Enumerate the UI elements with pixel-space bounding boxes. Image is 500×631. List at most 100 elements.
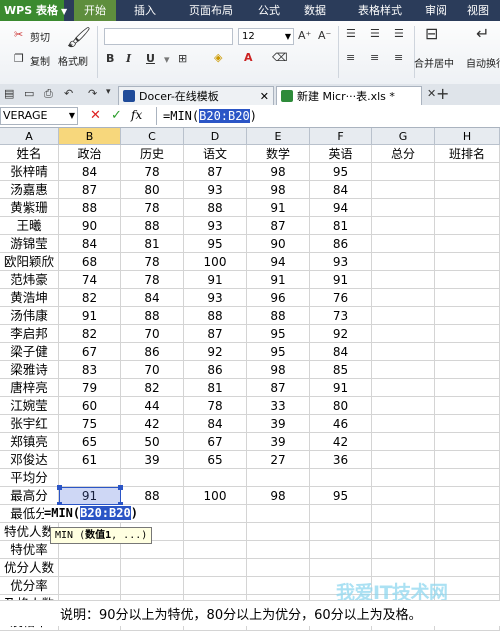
student-cell[interactable]: 80 (121, 181, 184, 199)
font-color-icon[interactable]: A (244, 51, 253, 64)
student-cell[interactable] (435, 199, 500, 217)
student-cell[interactable] (372, 397, 435, 415)
summary-cell[interactable] (59, 577, 121, 595)
header-cell[interactable]: 历史 (121, 145, 184, 163)
student-cell[interactable]: 87 (184, 325, 247, 343)
student-cell[interactable] (372, 199, 435, 217)
merge-center-icon[interactable]: ⊟ (425, 24, 438, 43)
student-cell[interactable]: 93 (184, 217, 247, 235)
student-cell[interactable]: 100 (184, 253, 247, 271)
summary-cell[interactable] (310, 559, 372, 577)
summary-cell[interactable] (59, 559, 121, 577)
student-cell[interactable]: 84 (121, 289, 184, 307)
header-cell[interactable]: 班排名 (435, 145, 500, 163)
summary-cell[interactable] (121, 559, 184, 577)
student-cell[interactable]: 78 (184, 397, 247, 415)
student-cell[interactable]: 84 (310, 181, 372, 199)
auto-wrap-button[interactable]: 自动换行 (466, 55, 500, 70)
student-cell[interactable] (435, 325, 500, 343)
header-cell[interactable]: 总分 (372, 145, 435, 163)
summary-cell[interactable]: 88 (121, 487, 184, 505)
student-cell[interactable]: 汤嘉惠 (0, 181, 59, 199)
student-cell[interactable]: 98 (247, 181, 310, 199)
shrink-font-icon[interactable]: A⁻ (318, 29, 331, 42)
open-folder-icon[interactable]: ▭ (24, 87, 34, 100)
student-cell[interactable]: 87 (184, 163, 247, 181)
student-cell[interactable]: 86 (310, 235, 372, 253)
chevron-down-icon[interactable]: ▾ (106, 87, 111, 97)
student-cell[interactable] (435, 163, 500, 181)
student-cell[interactable]: 93 (184, 289, 247, 307)
scissors-icon[interactable]: ✂ (14, 28, 23, 41)
student-cell[interactable]: 42 (121, 415, 184, 433)
student-cell[interactable]: 80 (310, 397, 372, 415)
column-header-f[interactable]: F (310, 128, 372, 145)
summary-cell[interactable] (184, 577, 247, 595)
summary-cell[interactable] (184, 523, 247, 541)
summary-cell[interactable] (121, 469, 184, 487)
student-cell[interactable]: 85 (310, 361, 372, 379)
menu-home[interactable]: 开始 (74, 0, 116, 21)
student-cell[interactable]: 汤伟康 (0, 307, 59, 325)
summary-cell[interactable] (310, 505, 372, 523)
summary-cell[interactable] (247, 577, 310, 595)
selection-handle[interactable] (57, 485, 62, 490)
student-cell[interactable]: 93 (184, 181, 247, 199)
summary-cell[interactable]: 100 (184, 487, 247, 505)
summary-cell[interactable] (435, 523, 500, 541)
student-cell[interactable]: 91 (247, 271, 310, 289)
header-cell[interactable]: 数学 (247, 145, 310, 163)
student-cell[interactable] (435, 433, 500, 451)
summary-cell[interactable] (435, 469, 500, 487)
copy-icon[interactable]: ❐ (14, 52, 24, 65)
column-header-g[interactable]: G (372, 128, 435, 145)
summary-cell[interactable] (184, 541, 247, 559)
summary-cell[interactable] (121, 577, 184, 595)
summary-cell[interactable]: 95 (310, 487, 372, 505)
student-cell[interactable]: 78 (121, 199, 184, 217)
student-cell[interactable] (372, 235, 435, 253)
align-left-icon[interactable]: ≡ (346, 51, 355, 64)
student-cell[interactable]: 93 (310, 253, 372, 271)
selected-range[interactable] (59, 487, 121, 505)
student-cell[interactable]: 游锦莹 (0, 235, 59, 253)
summary-cell[interactable] (435, 541, 500, 559)
close-icon[interactable]: ✕ (427, 87, 436, 100)
student-cell[interactable] (372, 451, 435, 469)
summary-cell[interactable] (435, 505, 500, 523)
student-cell[interactable] (435, 253, 500, 271)
student-cell[interactable]: 44 (121, 397, 184, 415)
student-cell[interactable]: 90 (247, 235, 310, 253)
summary-cell[interactable] (372, 469, 435, 487)
student-cell[interactable]: 39 (121, 451, 184, 469)
student-cell[interactable]: 39 (247, 415, 310, 433)
student-cell[interactable]: 88 (184, 199, 247, 217)
summary-cell[interactable] (247, 541, 310, 559)
summary-cell[interactable] (310, 523, 372, 541)
header-cell[interactable]: 姓名 (0, 145, 59, 163)
brush-icon[interactable]: 🖌 (66, 25, 91, 49)
student-cell[interactable]: 60 (59, 397, 121, 415)
student-cell[interactable] (372, 307, 435, 325)
student-cell[interactable]: 张宇红 (0, 415, 59, 433)
student-cell[interactable] (372, 361, 435, 379)
font-size-select[interactable]: 12 ▼ (238, 28, 294, 45)
borders-icon[interactable]: ⊞ (178, 52, 187, 65)
student-cell[interactable]: 唐梓亮 (0, 379, 59, 397)
student-cell[interactable]: 67 (59, 343, 121, 361)
student-cell[interactable] (435, 397, 500, 415)
selection-handle[interactable] (118, 485, 123, 490)
student-cell[interactable]: 黄紫珊 (0, 199, 59, 217)
student-cell[interactable]: 92 (310, 325, 372, 343)
student-cell[interactable]: 94 (310, 199, 372, 217)
summary-cell[interactable] (372, 541, 435, 559)
chevron-down-icon[interactable]: ▾ (164, 53, 170, 66)
student-cell[interactable]: 68 (59, 253, 121, 271)
student-cell[interactable]: 88 (184, 307, 247, 325)
align-bottom-icon[interactable]: ☰ (394, 27, 404, 40)
student-cell[interactable]: 95 (184, 235, 247, 253)
student-cell[interactable] (372, 379, 435, 397)
summary-cell[interactable] (184, 469, 247, 487)
student-cell[interactable]: 84 (59, 235, 121, 253)
student-cell[interactable] (372, 415, 435, 433)
